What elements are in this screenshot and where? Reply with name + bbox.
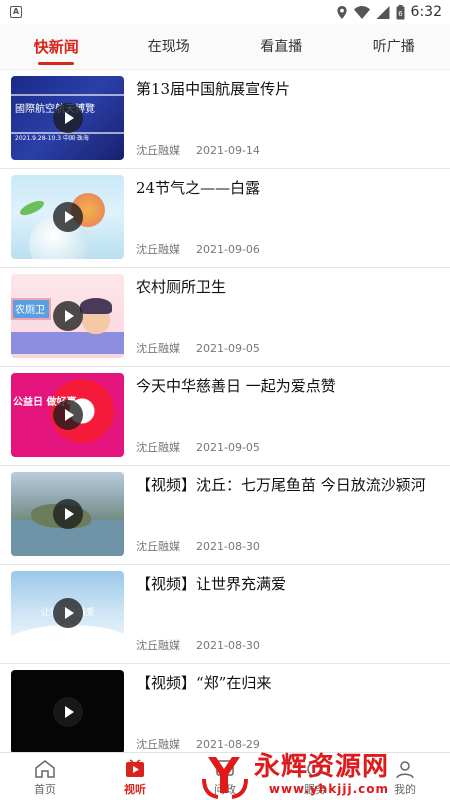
- item-title: 农村厕所卫生: [136, 278, 227, 296]
- item-source: 沈丘融媒: [136, 144, 180, 157]
- thumbnail-subtext: 2021.9.28-10.3 中国·珠海: [15, 135, 89, 142]
- item-source: 沈丘融媒: [136, 738, 180, 751]
- item-source: 沈丘融媒: [136, 342, 180, 355]
- svg-text:6: 6: [398, 10, 403, 18]
- video-thumbnail[interactable]: 國際航空航天博覽 2021.9.28-10.3 中国·珠海: [11, 76, 124, 160]
- signal-icon: [376, 5, 390, 19]
- item-source: 沈丘融媒: [136, 441, 180, 454]
- play-icon[interactable]: [52, 202, 83, 232]
- video-thumbnail[interactable]: 公益日 做好事: [11, 373, 124, 457]
- nav-label: 视听: [124, 783, 146, 796]
- item-meta: 沈丘融媒 2021-09-05: [136, 439, 260, 455]
- play-icon[interactable]: [52, 400, 83, 430]
- item-source: 沈丘融媒: [136, 540, 180, 553]
- item-meta: 沈丘融媒 2021-09-06: [136, 241, 260, 257]
- list-item[interactable]: 【视频】沈丘：七万尾鱼苗 今日放流沙颍河 沈丘融媒 2021-08-30: [0, 466, 450, 565]
- video-thumbnail[interactable]: 让世界充满爱: [11, 571, 124, 655]
- video-thumbnail[interactable]: 农厕卫: [11, 274, 124, 358]
- video-news-list: 國際航空航天博覽 2021.9.28-10.3 中国·珠海 第13届中国航展宣传…: [0, 70, 450, 752]
- app-a-icon: A: [10, 6, 22, 18]
- item-date: 2021-09-14: [196, 144, 260, 157]
- video-thumbnail[interactable]: [11, 670, 124, 752]
- video-thumbnail[interactable]: [11, 175, 124, 259]
- item-date: 2021-09-06: [196, 243, 260, 256]
- list-item[interactable]: 农厕卫 农村厕所卫生 沈丘融媒 2021-09-05: [0, 268, 450, 367]
- item-source: 沈丘融媒: [136, 639, 180, 652]
- nav-home[interactable]: 首页: [0, 753, 90, 800]
- list-item[interactable]: 國際航空航天博覽 2021.9.28-10.3 中国·珠海 第13届中国航展宣传…: [0, 70, 450, 169]
- list-item[interactable]: 24节气之——白露 沈丘融媒 2021-09-06: [0, 169, 450, 268]
- watermark-logo-icon: [202, 757, 248, 799]
- item-title: 24节气之——白露: [136, 179, 261, 197]
- battery-icon: 6: [396, 4, 405, 19]
- location-icon: [336, 5, 347, 19]
- play-icon[interactable]: [52, 697, 83, 727]
- tab-kuai-xinwen[interactable]: 快新闻: [0, 24, 113, 70]
- list-item[interactable]: 让世界充满爱 【视频】让世界充满爱 沈丘融媒 2021-08-30: [0, 565, 450, 664]
- item-date: 2021-08-30: [196, 540, 260, 553]
- tab-zai-xianchang[interactable]: 在现场: [113, 24, 226, 70]
- item-meta: 沈丘融媒 2021-08-30: [136, 637, 260, 653]
- list-item[interactable]: 公益日 做好事 今天中华慈善日 一起为爱点赞 沈丘融媒 2021-09-05: [0, 367, 450, 466]
- item-title: 【视频】“郑”在归来: [136, 674, 272, 692]
- item-meta: 沈丘融媒 2021-09-05: [136, 340, 260, 356]
- home-icon: [35, 760, 55, 778]
- item-date: 2021-09-05: [196, 342, 260, 355]
- play-icon[interactable]: [52, 499, 83, 529]
- tab-ting-guangbo[interactable]: 听广播: [338, 24, 450, 70]
- item-title: 【视频】沈丘：七万尾鱼苗 今日放流沙颍河: [136, 476, 426, 494]
- item-meta: 沈丘融媒 2021-09-14: [136, 142, 260, 158]
- watermark-title: 永辉资源网: [254, 752, 390, 782]
- watermark-url: www.yhkjjj.com: [268, 782, 390, 796]
- status-time: 6:32: [410, 4, 442, 20]
- play-icon[interactable]: [52, 598, 83, 628]
- item-date: 2021-09-05: [196, 441, 260, 454]
- item-title: 第13届中国航展宣传片: [136, 80, 291, 98]
- item-meta: 沈丘融媒 2021-08-30: [136, 538, 260, 554]
- status-bar: A 6 6:32: [0, 0, 450, 24]
- item-date: 2021-08-30: [196, 639, 260, 652]
- video-thumbnail[interactable]: [11, 472, 124, 556]
- item-title: 【视频】让世界充满爱: [136, 575, 287, 593]
- nav-video[interactable]: 视听: [90, 753, 180, 800]
- video-icon: [126, 759, 144, 777]
- tab-kan-zhibo[interactable]: 看直播: [225, 24, 338, 70]
- nav-label: 首页: [34, 783, 56, 796]
- item-source: 沈丘融媒: [136, 243, 180, 256]
- list-item[interactable]: 【视频】“郑”在归来 沈丘融媒 2021-08-29: [0, 664, 450, 752]
- item-title: 今天中华慈善日 一起为爱点赞: [136, 377, 336, 395]
- watermark: 永辉资源网 www.yhkjjj.com: [200, 748, 450, 800]
- wifi-icon: [353, 5, 370, 19]
- play-icon[interactable]: [52, 301, 83, 331]
- play-icon[interactable]: [52, 103, 83, 133]
- tab-bar: 快新闻 在现场 看直播 听广播: [0, 24, 450, 70]
- thumbnail-text: 农厕卫: [11, 298, 51, 320]
